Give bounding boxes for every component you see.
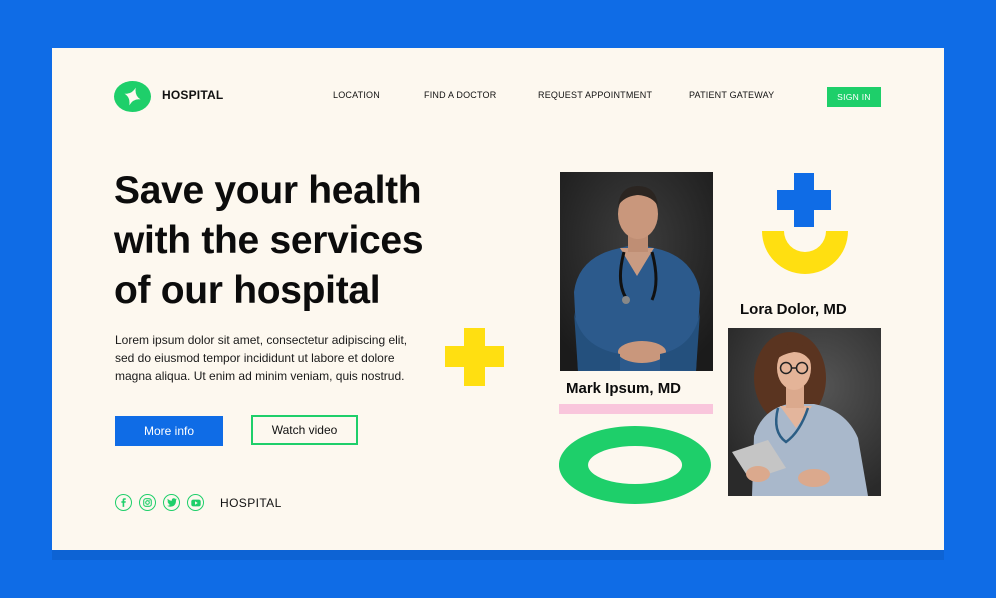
doctor-photo-lora	[728, 328, 881, 496]
hero-description: Lorem ipsum dolor sit amet, consectetur …	[115, 331, 445, 385]
doctor-name-lora: Lora Dolor, MD	[740, 301, 847, 318]
headline-line: with the services	[114, 219, 424, 262]
footer-brand-label: HOSPITAL	[220, 496, 282, 510]
watch-video-button[interactable]: Watch video	[251, 415, 358, 445]
more-info-button[interactable]: More info	[115, 416, 223, 446]
hospital-logo-icon[interactable]	[114, 81, 151, 112]
pink-bar-decoration	[559, 404, 713, 414]
headline-line: of our hospital	[114, 269, 381, 312]
facebook-icon[interactable]	[115, 494, 132, 511]
brand-name[interactable]: HOSPITAL	[162, 88, 223, 102]
nav-find-a-doctor[interactable]: FIND A DOCTOR	[424, 90, 496, 100]
doctor-name-mark: Mark Ipsum, MD	[566, 380, 682, 397]
yellow-arc-decoration	[762, 231, 848, 274]
page-title: Save your health with the services of ou…	[114, 166, 504, 316]
youtube-icon[interactable]	[187, 494, 204, 511]
nav-patient-gateway[interactable]: PATIENT GATEWAY	[689, 90, 774, 100]
doctor-photo-mark	[560, 172, 713, 371]
description-line: magna aliqua. Ut enim ad minim veniam, q…	[115, 369, 405, 383]
nav-request-appointment[interactable]: REQUEST APPOINTMENT	[538, 90, 652, 100]
yellow-plus-decoration	[445, 328, 504, 386]
instagram-icon[interactable]	[139, 494, 156, 511]
green-ring-decoration	[559, 426, 711, 504]
description-line: sed do eiusmod tempor incididunt ut labo…	[115, 351, 395, 365]
blue-plus-decoration	[777, 173, 831, 227]
nav-location[interactable]: LOCATION	[333, 90, 380, 100]
headline-line: Save your health	[114, 169, 422, 212]
landing-card: HOSPITAL LOCATION FIND A DOCTOR REQUEST …	[52, 48, 944, 550]
description-line: Lorem ipsum dolor sit amet, consectetur …	[115, 333, 408, 347]
twitter-icon[interactable]	[163, 494, 180, 511]
sign-in-button[interactable]: SIGN IN	[827, 87, 881, 107]
